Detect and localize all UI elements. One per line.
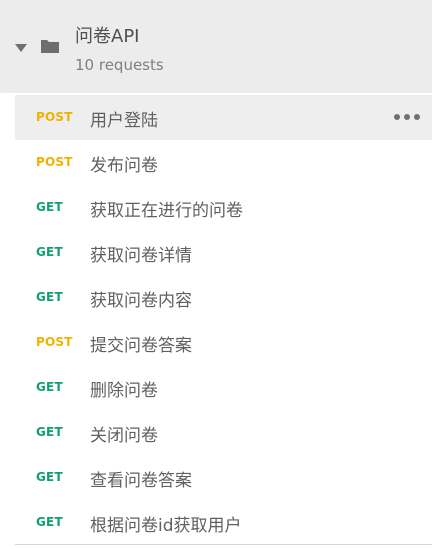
collection-header[interactable]: 问卷API 10 requests — [0, 0, 432, 93]
request-name: 根据问卷id获取用户 — [90, 516, 242, 536]
request-name: 用户登陆 — [90, 111, 158, 131]
request-item[interactable]: POST 提交问卷答案 — [0, 320, 432, 365]
request-item[interactable]: GET 获取正在进行的问卷 — [0, 185, 432, 230]
collection-request-count: 10 requests — [75, 56, 164, 74]
request-name: 获取正在进行的问卷 — [90, 201, 243, 221]
request-item[interactable]: GET 删除问卷 — [0, 365, 432, 410]
request-item-user-login[interactable]: POST 用户登陆 — [15, 95, 432, 140]
method-badge: POST — [36, 155, 73, 169]
caret-down-icon[interactable] — [15, 44, 27, 52]
method-badge: GET — [36, 425, 63, 439]
method-badge: GET — [36, 380, 63, 394]
collection-name: 问卷API — [75, 26, 140, 47]
request-item[interactable]: POST 发布问卷 — [0, 140, 432, 185]
request-name: 获取问卷详情 — [90, 246, 192, 266]
request-item[interactable]: GET 查看问卷答案 — [0, 455, 432, 500]
request-name: 关闭问卷 — [90, 426, 158, 446]
request-list: POST 用户登陆 POST 发布问卷 GET 获取正在进行的问卷 GET 获取… — [0, 95, 436, 545]
request-item[interactable]: GET 根据问卷id获取用户 — [0, 500, 432, 545]
method-badge: GET — [36, 245, 63, 259]
method-badge: POST — [36, 335, 73, 349]
method-badge: GET — [36, 470, 63, 484]
request-item[interactable]: GET 获取问卷内容 — [0, 275, 432, 320]
request-name: 发布问卷 — [90, 156, 158, 176]
request-item[interactable]: GET 关闭问卷 — [0, 410, 432, 455]
request-name: 提交问卷答案 — [90, 336, 192, 356]
request-name: 删除问卷 — [90, 381, 158, 401]
method-badge: GET — [36, 200, 63, 214]
method-badge: GET — [36, 515, 63, 529]
more-horizontal-icon[interactable] — [394, 114, 420, 121]
request-item[interactable]: GET 获取问卷详情 — [0, 230, 432, 275]
folder-icon — [41, 40, 59, 53]
method-badge: POST — [36, 110, 73, 124]
request-name: 获取问卷内容 — [90, 291, 192, 311]
request-name: 查看问卷答案 — [90, 471, 192, 491]
list-divider — [15, 544, 432, 545]
method-badge: GET — [36, 290, 63, 304]
